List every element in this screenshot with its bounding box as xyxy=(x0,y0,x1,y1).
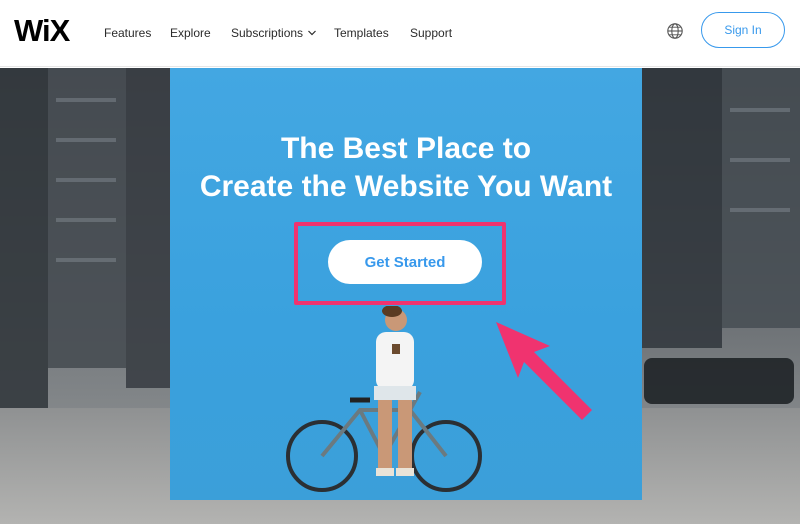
chevron-down-icon xyxy=(308,30,316,36)
nav-subscriptions-label: Subscriptions xyxy=(231,26,304,40)
hero-headline-line-2: Create the Website You Want xyxy=(199,170,613,203)
woman-with-bicycle-image xyxy=(286,306,482,492)
arrow-icon xyxy=(496,322,592,420)
nav-features[interactable]: Features xyxy=(104,25,151,41)
get-started-button[interactable]: Get Started xyxy=(328,240,482,284)
nav-explore[interactable]: Explore xyxy=(170,25,211,41)
site-header: WiX Features Explore Subscriptions Templ… xyxy=(0,0,800,67)
sign-in-button[interactable]: Sign In xyxy=(701,12,785,48)
nav-templates[interactable]: Templates xyxy=(334,25,389,41)
globe-icon[interactable] xyxy=(666,22,684,40)
hero-headline: The Best Place to Create the Website You… xyxy=(170,130,642,206)
nav-support[interactable]: Support xyxy=(410,25,452,41)
hero-headline-line-1: The Best Place to xyxy=(280,132,532,165)
hero-section: The Best Place to Create the Website You… xyxy=(0,68,800,524)
wix-logo[interactable]: WiX xyxy=(14,14,70,48)
nav-subscriptions[interactable]: Subscriptions xyxy=(231,25,317,41)
